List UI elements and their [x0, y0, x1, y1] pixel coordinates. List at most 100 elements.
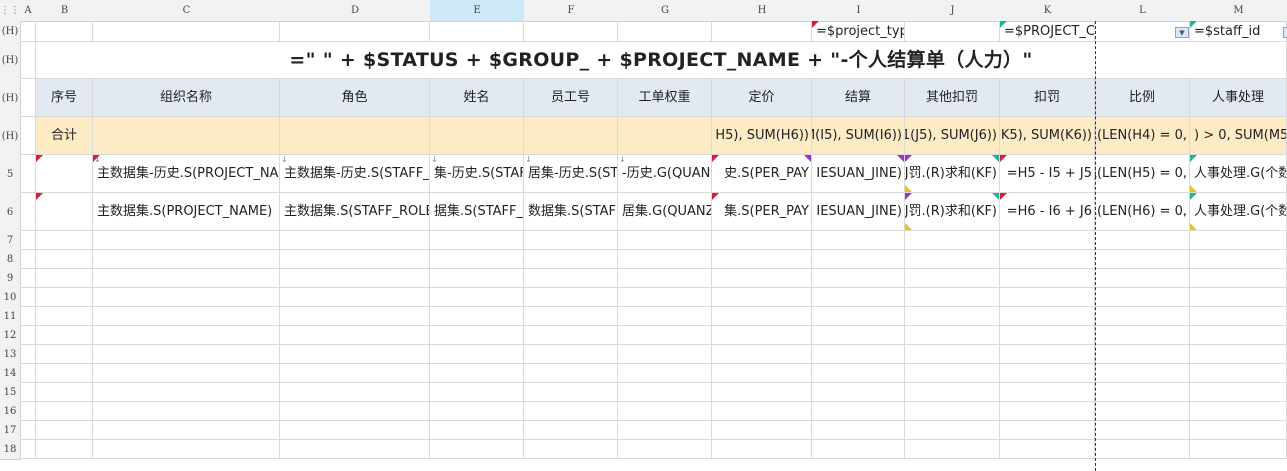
- cell-c-row14[interactable]: [93, 364, 280, 383]
- cell-f-row13[interactable]: [524, 345, 618, 364]
- sum-d[interactable]: [280, 117, 430, 155]
- cell-j-row15[interactable]: [905, 383, 1000, 402]
- cell-k-row18[interactable]: [1000, 440, 1095, 459]
- cell-d-row12[interactable]: [280, 326, 430, 345]
- cell-j-row5[interactable]: J罚.(R)求和(KF): [905, 155, 1000, 193]
- sum-f[interactable]: [524, 117, 618, 155]
- cell-j-row12[interactable]: [905, 326, 1000, 345]
- cell-e-row15[interactable]: [430, 383, 524, 402]
- cell-i-row6[interactable]: IESUAN_JINE): [812, 193, 905, 231]
- cell-i-row15[interactable]: [812, 383, 905, 402]
- cell-g-row15[interactable]: [618, 383, 712, 402]
- cell-m-row11[interactable]: [1190, 307, 1287, 326]
- header-j[interactable]: 其他扣罚: [905, 79, 1000, 117]
- header-f[interactable]: 员工号: [524, 79, 618, 117]
- cell-i-row7[interactable]: [812, 231, 905, 250]
- cell-a-row1[interactable]: [20, 21, 36, 42]
- column-header-i[interactable]: I: [812, 0, 906, 22]
- cell-c-row11[interactable]: [93, 307, 280, 326]
- cell-h-row6[interactable]: 集.S(PER_PAY: [712, 193, 812, 231]
- cell-m-row14[interactable]: [1190, 364, 1287, 383]
- cell-g-row1[interactable]: [618, 21, 712, 42]
- cell-d-row15[interactable]: [280, 383, 430, 402]
- cell-j-row7[interactable]: [905, 231, 1000, 250]
- cell-e-row1[interactable]: [430, 21, 524, 42]
- cell-f-row11[interactable]: [524, 307, 618, 326]
- sum-k[interactable]: K5), SUM(K6)): [1000, 117, 1095, 155]
- cell-i-row1[interactable]: =$project_type: [812, 21, 905, 42]
- cell-l-row15[interactable]: [1095, 383, 1190, 402]
- cell-k-row14[interactable]: [1000, 364, 1095, 383]
- sum-e[interactable]: [430, 117, 524, 155]
- cell-k-row10[interactable]: [1000, 288, 1095, 307]
- cell-a-row8[interactable]: [20, 250, 36, 269]
- cell-g-row9[interactable]: [618, 269, 712, 288]
- cell-l-row12[interactable]: [1095, 326, 1190, 345]
- cell-j-row13[interactable]: [905, 345, 1000, 364]
- cell-j-row16[interactable]: [905, 402, 1000, 421]
- row-header-1[interactable]: (H): [0, 21, 21, 43]
- row-header-8[interactable]: 8: [0, 250, 21, 270]
- cell-b-row9[interactable]: [36, 269, 93, 288]
- sum-h[interactable]: H5), SUM(H6)): [712, 117, 812, 155]
- row-header-5[interactable]: 5: [0, 155, 21, 194]
- cell-g-row12[interactable]: [618, 326, 712, 345]
- cell-d-row18[interactable]: [280, 440, 430, 459]
- header-g[interactable]: 工单权重: [618, 79, 712, 117]
- cell-f-row14[interactable]: [524, 364, 618, 383]
- cell-a-title-row[interactable]: [20, 42, 36, 79]
- cell-b-row8[interactable]: [36, 250, 93, 269]
- cell-h-row7[interactable]: [712, 231, 812, 250]
- cell-c-row6[interactable]: 主数据集.S(PROJECT_NAME): [93, 193, 280, 231]
- cell-e-row12[interactable]: [430, 326, 524, 345]
- cell-h-row18[interactable]: [712, 440, 812, 459]
- cell-l-row6[interactable]: OR(LEN(H6) = 0,: [1095, 193, 1190, 231]
- cell-h-row8[interactable]: [712, 250, 812, 269]
- cell-m-row7[interactable]: [1190, 231, 1287, 250]
- cell-a-row17[interactable]: [20, 421, 36, 440]
- header-b[interactable]: 序号: [36, 79, 93, 117]
- cell-l-row5[interactable]: OR(LEN(H5) = 0,: [1095, 155, 1190, 193]
- cell-f-row12[interactable]: [524, 326, 618, 345]
- cell-m-row10[interactable]: [1190, 288, 1287, 307]
- cell-e-row6[interactable]: 据集.S(STAFF_N: [430, 193, 524, 231]
- cell-l-row8[interactable]: [1095, 250, 1190, 269]
- cell-a-row6[interactable]: [20, 193, 36, 231]
- cell-j-row11[interactable]: [905, 307, 1000, 326]
- cell-i-row10[interactable]: [812, 288, 905, 307]
- cell-f-row1[interactable]: [524, 21, 618, 42]
- cell-c-row17[interactable]: [93, 421, 280, 440]
- cell-k-row11[interactable]: [1000, 307, 1095, 326]
- sum-m[interactable]: ) > 0, SUM(M5: [1190, 117, 1287, 155]
- cell-d-row5[interactable]: 主数据集-历史.S(STAFF_ ↓: [280, 155, 430, 193]
- cell-i-row8[interactable]: [812, 250, 905, 269]
- cell-a-sum-row[interactable]: [20, 117, 36, 155]
- cell-i-row18[interactable]: [812, 440, 905, 459]
- row-header-7[interactable]: 7: [0, 231, 21, 251]
- cell-m-row18[interactable]: [1190, 440, 1287, 459]
- cell-b-row1[interactable]: [36, 21, 93, 42]
- cell-l-row7[interactable]: [1095, 231, 1190, 250]
- cell-h-row14[interactable]: [712, 364, 812, 383]
- column-header-a[interactable]: A: [20, 0, 37, 22]
- cell-b-row5[interactable]: [36, 155, 93, 193]
- cell-a-row11[interactable]: [20, 307, 36, 326]
- cell-c-row12[interactable]: [93, 326, 280, 345]
- cell-b-row18[interactable]: [36, 440, 93, 459]
- header-c[interactable]: 组织名称: [93, 79, 280, 117]
- cell-d-row16[interactable]: [280, 402, 430, 421]
- row-header-11[interactable]: 11: [0, 307, 21, 327]
- cell-b-row7[interactable]: [36, 231, 93, 250]
- cell-i-row9[interactable]: [812, 269, 905, 288]
- cell-e-row16[interactable]: [430, 402, 524, 421]
- cell-f-row15[interactable]: [524, 383, 618, 402]
- cell-e-row13[interactable]: [430, 345, 524, 364]
- cell-b-row11[interactable]: [36, 307, 93, 326]
- cell-h-row15[interactable]: [712, 383, 812, 402]
- cell-c-row7[interactable]: [93, 231, 280, 250]
- cell-g-row18[interactable]: [618, 440, 712, 459]
- row-header-10[interactable]: 10: [0, 288, 21, 308]
- cell-h-row12[interactable]: [712, 326, 812, 345]
- column-header-m[interactable]: M: [1190, 0, 1287, 22]
- cell-d-row17[interactable]: [280, 421, 430, 440]
